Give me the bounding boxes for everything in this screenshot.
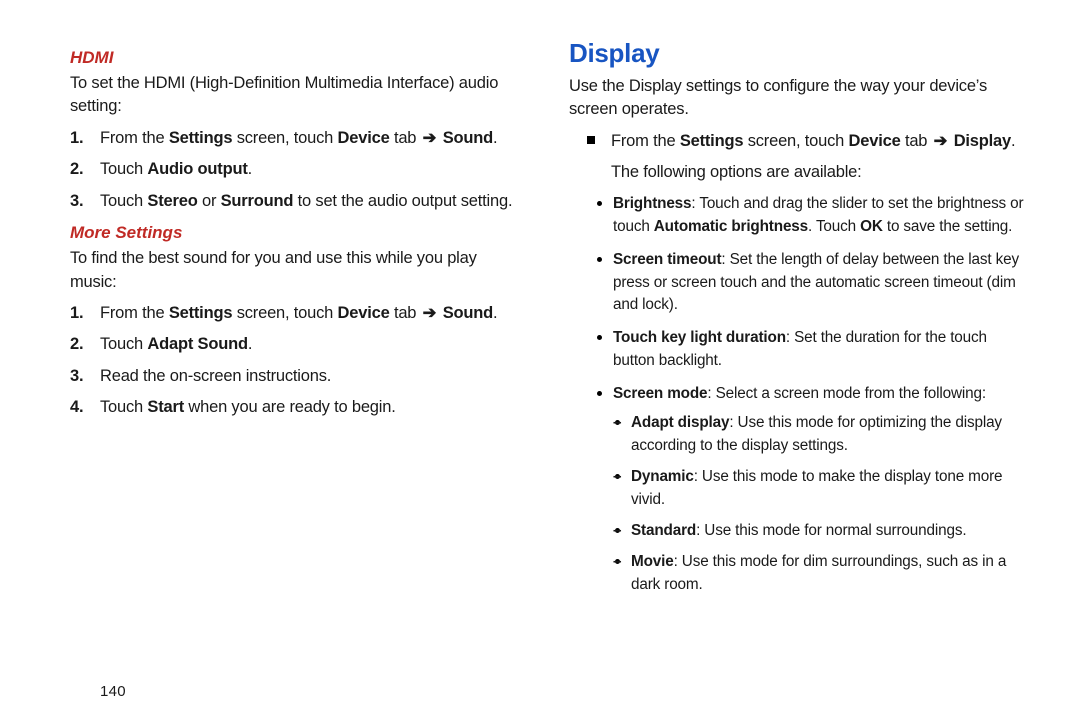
list-item: 2. Touch Adapt Sound.	[100, 333, 525, 356]
hdmi-intro: To set the HDMI (High-Definition Multime…	[70, 72, 525, 119]
step-text: Touch Audio output.	[100, 160, 252, 178]
more-settings-intro: To find the best sound for you and use t…	[70, 247, 525, 294]
list-item: – Standard: Use this mode for normal sur…	[631, 520, 1024, 543]
display-options: Brightness: Touch and drag the slider to…	[569, 193, 1024, 597]
display-heading: Display	[569, 38, 1024, 69]
options-intro: The following options are available:	[569, 161, 1024, 184]
step-text: From the Settings screen, touch Device t…	[100, 304, 497, 322]
left-column: HDMI To set the HDMI (High-Definition Mu…	[70, 38, 551, 704]
right-column: Display Use the Display settings to conf…	[551, 38, 1028, 704]
step-number: 2.	[70, 158, 83, 181]
display-main-step: From the Settings screen, touch Device t…	[569, 130, 1024, 153]
hdmi-heading: HDMI	[70, 48, 525, 68]
step-number: 1.	[70, 127, 83, 150]
more-settings-steps: 1. From the Settings screen, touch Devic…	[70, 302, 525, 420]
step-text: Touch Stereo or Surround to set the audi…	[100, 192, 512, 210]
step-number: 4.	[70, 396, 83, 419]
list-item: 1. From the Settings screen, touch Devic…	[100, 302, 525, 325]
list-item: 1. From the Settings screen, touch Devic…	[100, 127, 525, 150]
step-number: 3.	[70, 365, 83, 388]
list-item: – Movie: Use this mode for dim surroundi…	[631, 551, 1024, 597]
dash-icon: –	[613, 412, 621, 435]
list-item: From the Settings screen, touch Device t…	[611, 130, 1024, 153]
step-text: Touch Start when you are ready to begin.	[100, 398, 396, 416]
arrow-icon: ➔	[423, 127, 437, 150]
list-item: Screen timeout: Set the length of delay …	[613, 249, 1024, 318]
list-item: 4. Touch Start when you are ready to beg…	[100, 396, 525, 419]
step-number: 2.	[70, 333, 83, 356]
manual-page: HDMI To set the HDMI (High-Definition Mu…	[0, 0, 1080, 720]
dash-icon: –	[613, 520, 621, 543]
list-item: 3. Touch Stereo or Surround to set the a…	[100, 190, 525, 213]
arrow-icon: ➔	[934, 130, 948, 153]
page-number: 140	[100, 683, 126, 700]
list-item: – Dynamic: Use this mode to make the dis…	[631, 466, 1024, 512]
arrow-icon: ➔	[423, 302, 437, 325]
list-item: Screen mode: Select a screen mode from t…	[613, 383, 1024, 597]
list-item: – Adapt display: Use this mode for optim…	[631, 412, 1024, 458]
display-intro: Use the Display settings to configure th…	[569, 75, 1024, 122]
list-item: 2. Touch Audio output.	[100, 158, 525, 181]
step-number: 3.	[70, 190, 83, 213]
more-settings-heading: More Settings	[70, 223, 525, 243]
list-item: Brightness: Touch and drag the slider to…	[613, 193, 1024, 239]
screen-mode-sublist: – Adapt display: Use this mode for optim…	[613, 412, 1024, 597]
step-text: Touch Adapt Sound.	[100, 335, 252, 353]
dash-icon: –	[613, 466, 621, 489]
hdmi-steps: 1. From the Settings screen, touch Devic…	[70, 127, 525, 213]
list-item: 3. Read the on-screen instructions.	[100, 365, 525, 388]
dash-icon: –	[613, 551, 621, 574]
step-number: 1.	[70, 302, 83, 325]
step-text: Read the on-screen instructions.	[100, 367, 331, 385]
list-item: Touch key light duration: Set the durati…	[613, 327, 1024, 373]
step-text: From the Settings screen, touch Device t…	[100, 129, 497, 147]
